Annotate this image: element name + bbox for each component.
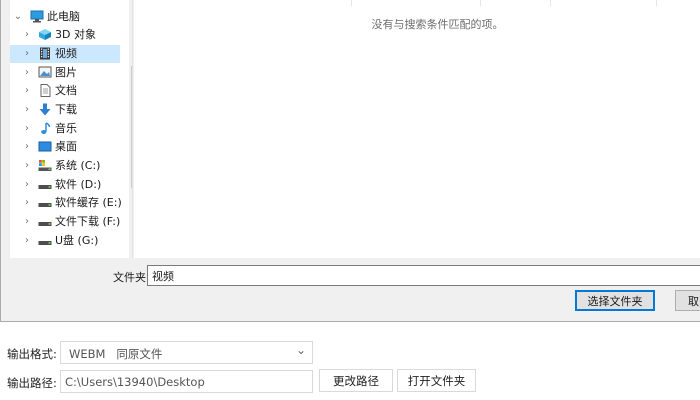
empty-results-message: 没有与搜索条件匹配的项。 [371,18,504,31]
tree-item-videos[interactable]: › 视频 [10,45,120,63]
chevron-right-icon[interactable]: › [22,176,32,194]
tree-item-label: 系统 (C:) [55,159,101,172]
tree-item-drive-e[interactable]: › 软件缓存 (E:) [10,194,122,212]
output-path-input[interactable] [60,370,313,393]
chevron-right-icon[interactable]: › [22,82,32,100]
navigation-tree: ⌄ 此电脑 › 3D 对象 › 视频 › 图片 › 文档 › 下载 › 音乐 ›… [10,0,133,258]
tree-item-drive-g[interactable]: › U盘 (G:) [10,232,120,250]
tree-item-music[interactable]: › 音乐 [10,120,120,138]
video-icon [40,47,50,60]
tree-item-label: U盘 (G:) [55,234,99,247]
drive-icon [38,241,52,245]
output-format-label: 输出格式: [7,347,57,361]
chevron-right-icon[interactable]: › [22,157,32,175]
output-format-select[interactable]: WEBM 同原文件 ⌄ [60,341,313,364]
tree-item-label: 文件下载 (F:) [55,215,121,228]
tree-item-drive-f[interactable]: › 文件下载 (F:) [10,213,120,231]
folder-picker-dialog: ⌄ 此电脑 › 3D 对象 › 视频 › 图片 › 文档 › 下载 › 音乐 ›… [0,0,700,322]
tree-item-drive-d[interactable]: › 软件 (D:) [10,176,120,194]
change-path-button[interactable]: 更改路径 [319,369,393,392]
output-path-label: 输出路径: [7,376,57,390]
tree-item-label: 视频 [55,47,77,60]
chevron-right-icon[interactable]: › [22,101,32,119]
desktop-icon [38,141,52,152]
tree-item-label: 文档 [55,84,77,97]
chevron-right-icon[interactable]: › [22,64,32,82]
tree-item-label: 桌面 [55,140,77,153]
tree-item-drive-c[interactable]: › 系统 (C:) [10,157,120,175]
tree-item-this-pc[interactable]: ⌄ 此电脑 [10,8,120,26]
tree-item-label: 图片 [55,66,77,79]
folder-label: 文件夹: [113,271,150,284]
3d-objects-icon [39,29,51,40]
tree-scrollbar[interactable]: ˄ ˅ [129,0,132,258]
music-icon [41,122,51,134]
drive-icon [38,203,52,207]
cancel-button[interactable]: 取 [675,290,700,311]
tree-item-label: 此电脑 [47,10,80,23]
chevron-right-icon[interactable]: › [22,232,32,250]
chevron-down-icon[interactable]: ⌄ [13,8,23,26]
tree-item-label: 软件 (D:) [55,178,102,191]
scroll-up-icon[interactable]: ˄ [129,0,132,10]
tree-item-documents[interactable]: › 文档 [10,82,120,100]
tree-item-label: 音乐 [55,122,77,135]
download-icon [39,103,51,116]
chevron-right-icon[interactable]: › [22,120,32,138]
tree-item-downloads[interactable]: › 下载 [10,101,120,119]
folder-input[interactable] [147,265,700,286]
column-divider [656,0,657,6]
tree-item-label: 3D 对象 [55,28,96,41]
results-pane: 没有与搜索条件匹配的项。 [134,0,700,258]
system-drive-icon [38,160,52,171]
drive-icon [38,222,52,226]
output-format-value: WEBM 同原文件 [69,347,163,361]
chevron-right-icon[interactable]: › [22,26,32,44]
column-divider [550,0,551,6]
chevron-right-icon[interactable]: › [22,138,32,156]
tree-item-label: 下载 [55,103,77,116]
tree-item-desktop[interactable]: › 桌面 [10,138,120,156]
document-icon [40,84,51,97]
open-folder-button[interactable]: 打开文件夹 [397,369,476,392]
chevron-right-icon[interactable]: › [22,194,32,212]
chevron-right-icon[interactable]: › [22,213,32,231]
computer-icon [30,10,44,23]
tree-item-3d-objects[interactable]: › 3D 对象 [10,26,120,44]
drive-icon [38,185,52,189]
column-divider [351,0,352,6]
chevron-right-icon[interactable]: › [22,45,32,63]
chevron-down-icon: ⌄ [295,343,306,357]
column-divider [480,0,481,6]
tree-item-pictures[interactable]: › 图片 [10,64,120,82]
scroll-down-icon[interactable]: ˅ [129,245,132,255]
scrollbar-thumb[interactable] [131,66,132,188]
tree-item-label: 软件缓存 (E:) [55,196,122,209]
select-folder-button[interactable]: 选择文件夹 [575,290,655,311]
pictures-icon [38,66,52,78]
